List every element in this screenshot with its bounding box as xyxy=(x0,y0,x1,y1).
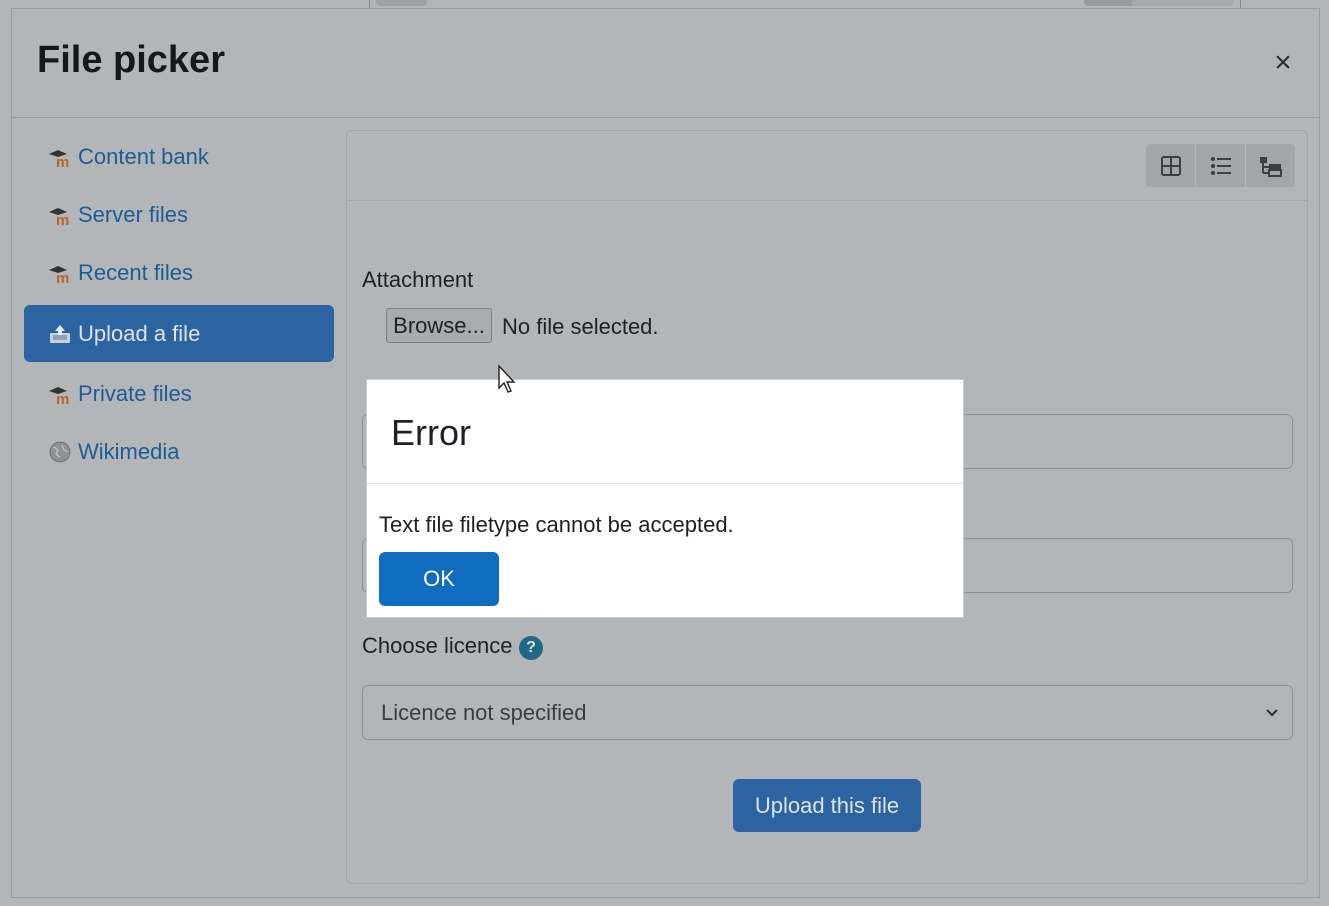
ok-button[interactable]: OK xyxy=(379,552,499,606)
upload-this-file-button[interactable]: Upload this file xyxy=(733,779,921,832)
svg-text:m: m xyxy=(56,212,69,226)
svg-text:m: m xyxy=(56,391,69,405)
tree-view-icon xyxy=(1259,156,1282,177)
sidebar-item-label: Private files xyxy=(78,381,192,406)
moodle-icon: m xyxy=(49,387,69,405)
moodle-icon: m xyxy=(49,266,69,284)
error-message: Text file filetype cannot be accepted. xyxy=(379,512,734,537)
list-view-icon xyxy=(1210,156,1231,175)
view-toolbar xyxy=(347,131,1307,201)
list-view-button[interactable] xyxy=(1196,144,1246,187)
licence-label: Choose licence xyxy=(362,633,513,658)
no-file-text: No file selected. xyxy=(502,314,659,339)
grid-view-button[interactable] xyxy=(1146,144,1196,187)
sidebar-item-private-files[interactable]: m Private files xyxy=(24,368,334,420)
svg-text:m: m xyxy=(56,154,69,168)
grid-view-icon xyxy=(1160,155,1181,176)
background-tab-group xyxy=(1084,0,1233,6)
sidebar-item-content-bank[interactable]: m Content bank xyxy=(24,131,334,183)
view-switcher xyxy=(1146,144,1295,187)
sidebar-item-wikimedia[interactable]: Wikimedia xyxy=(24,426,334,478)
sidebar-item-server-files[interactable]: m Server files xyxy=(24,189,334,241)
attachment-label: Attachment xyxy=(362,267,474,292)
browse-button[interactable]: Browse... xyxy=(386,308,492,343)
moodle-icon: m xyxy=(49,208,69,226)
mouse-cursor-icon xyxy=(498,364,516,393)
sidebar-item-label: Wikimedia xyxy=(78,439,180,464)
modal-title: Error xyxy=(391,412,471,453)
sidebar-item-label: Content bank xyxy=(78,144,209,169)
licence-select[interactable]: Licence not specified xyxy=(362,685,1293,740)
sidebar-item-recent-files[interactable]: m Recent files xyxy=(24,247,334,299)
modal-header: Error xyxy=(367,380,963,484)
sidebar-item-upload-a-file[interactable]: Upload a file xyxy=(24,305,334,362)
licence-select-value: Licence not specified xyxy=(381,699,587,725)
help-icon[interactable]: ? xyxy=(519,636,543,660)
sidebar-item-label: Recent files xyxy=(78,260,193,285)
chevron-down-icon xyxy=(1266,709,1278,717)
dialog-title: File picker xyxy=(37,39,225,81)
tree-view-button[interactable] xyxy=(1246,144,1295,187)
moodle-icon: m xyxy=(49,150,69,168)
background-tab xyxy=(376,0,427,6)
close-icon[interactable]: × xyxy=(1269,48,1297,78)
wikimedia-icon xyxy=(49,441,71,463)
upload-icon xyxy=(50,324,70,343)
sidebar-item-label: Server files xyxy=(78,202,189,227)
sidebar-item-label: Upload a file xyxy=(78,320,201,346)
repository-sidebar: m Content bank m Server files m Recent f… xyxy=(24,131,334,484)
error-modal: Error Text file filetype cannot be accep… xyxy=(366,379,964,618)
svg-text:m: m xyxy=(56,270,69,284)
dialog-header: File picker × xyxy=(12,9,1319,118)
